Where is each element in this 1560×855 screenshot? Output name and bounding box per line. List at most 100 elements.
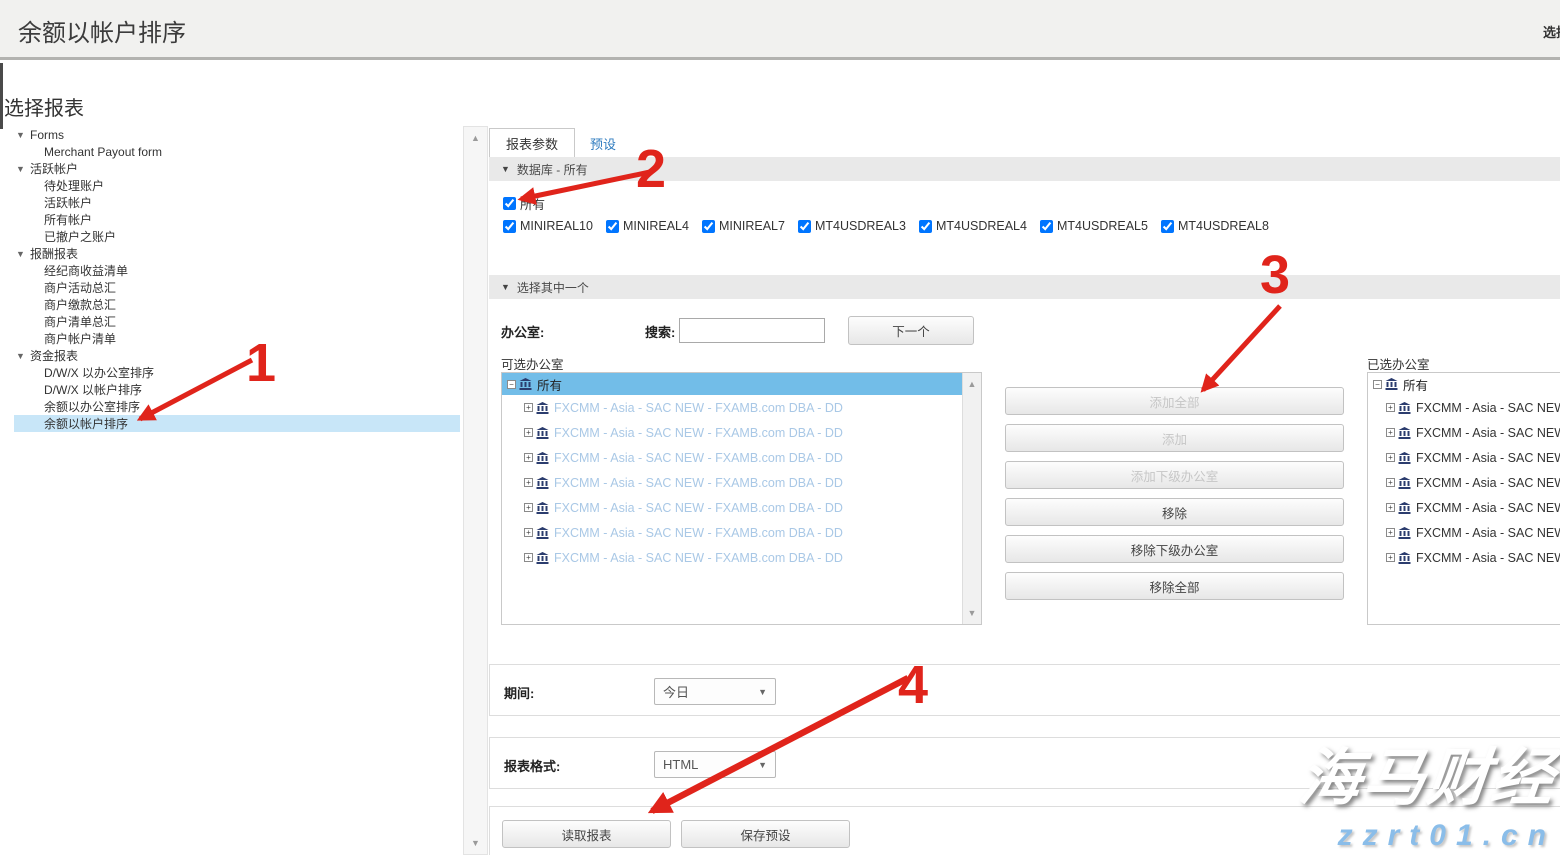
tree-item[interactable]: ▼ Forms xyxy=(14,126,460,143)
expand-plus-icon[interactable]: + xyxy=(524,528,533,537)
database-checkbox[interactable]: MINIREAL4 xyxy=(606,219,689,233)
tree-item[interactable]: ▼ 活跃帐户 xyxy=(14,160,460,177)
office-tree-item[interactable]: + FXCMM - Asia - SAC NEW - FXAMB.com DBA… xyxy=(1368,420,1560,445)
database-section-header[interactable]: ▼ 数据库 - 所有 xyxy=(489,157,1560,181)
checkbox-input[interactable] xyxy=(1161,220,1174,233)
scroll-down-icon[interactable]: ▼ xyxy=(464,838,487,848)
office-tree-item[interactable]: + FXCMM - Asia - SAC NEW - FXAMB.com DBA… xyxy=(502,545,981,570)
period-select[interactable]: 今日 ▼ xyxy=(654,678,776,705)
collapse-minus-icon[interactable]: − xyxy=(1373,380,1382,389)
tree-item[interactable]: ▼ 经纪商收益清单 xyxy=(14,262,460,279)
all-databases-checkbox[interactable]: 所有 xyxy=(503,194,545,213)
transfer-button[interactable]: 添加 xyxy=(1005,424,1344,452)
scroll-down-icon[interactable]: ▼ xyxy=(963,608,981,618)
collapse-arrow-icon[interactable]: ▼ xyxy=(16,164,30,174)
office-section-header[interactable]: ▼ 选择其中一个 xyxy=(489,275,1560,299)
office-tree-item[interactable]: + FXCMM - Asia - SAC NEW - FXAMB.com DBA… xyxy=(502,495,981,520)
expand-plus-icon[interactable]: + xyxy=(1386,478,1395,487)
collapse-arrow-icon[interactable]: ▼ xyxy=(16,130,30,140)
load-report-button[interactable]: 读取报表 xyxy=(502,820,671,848)
tree-item[interactable]: ▼ 活跃帐户 xyxy=(14,194,460,211)
expand-plus-icon[interactable]: + xyxy=(1386,503,1395,512)
tree-item[interactable]: ▼ 余额以帐户排序 xyxy=(14,415,460,432)
office-tree-item[interactable]: + FXCMM - Asia - SAC NEW - FXAMB.com DBA… xyxy=(1368,395,1560,420)
scroll-up-icon[interactable]: ▲ xyxy=(963,379,981,389)
tree-item[interactable]: ▼ 报酬报表 xyxy=(14,245,460,262)
bank-icon xyxy=(519,378,532,390)
tab-report-params[interactable]: 报表参数 xyxy=(489,128,575,158)
search-input[interactable] xyxy=(679,318,825,343)
transfer-button[interactable]: 移除下级办公室 xyxy=(1005,535,1344,563)
scroll-up-icon[interactable]: ▲ xyxy=(464,133,487,143)
expand-plus-icon[interactable]: + xyxy=(524,453,533,462)
tree-item[interactable]: ▼ 所有帐户 xyxy=(14,211,460,228)
expand-plus-icon[interactable]: + xyxy=(1386,428,1395,437)
tree-item[interactable]: ▼ D/W/X 以办公室排序 xyxy=(14,364,460,381)
transfer-button[interactable]: 移除 xyxy=(1005,498,1344,526)
checkbox-input[interactable] xyxy=(1040,220,1053,233)
bank-icon xyxy=(1398,502,1411,514)
tree-item-label: 活跃帐户 xyxy=(30,160,78,177)
database-checkbox[interactable]: MT4USDREAL8 xyxy=(1161,219,1269,233)
checkbox-input[interactable] xyxy=(919,220,932,233)
office-tree-item[interactable]: + FXCMM - Asia - SAC NEW - FXAMB.com DBA… xyxy=(502,470,981,495)
office-tree-item[interactable]: + FXCMM - Asia - SAC NEW - FXAMB.com DBA… xyxy=(502,420,981,445)
transfer-button[interactable]: 添加全部 xyxy=(1005,387,1344,415)
format-select[interactable]: HTML ▼ xyxy=(654,751,776,778)
expand-plus-icon[interactable]: + xyxy=(1386,528,1395,537)
checkbox-input[interactable] xyxy=(702,220,715,233)
tree-item[interactable]: ▼ 商户清单总汇 xyxy=(14,313,460,330)
tree-item[interactable]: ▼ D/W/X 以帐户排序 xyxy=(14,381,460,398)
tree-item[interactable]: ▼ 余额以办公室排序 xyxy=(14,398,460,415)
transfer-button[interactable]: 移除全部 xyxy=(1005,572,1344,600)
tree-item-label: 已撤户之账户 xyxy=(44,228,116,245)
expand-plus-icon[interactable]: + xyxy=(524,553,533,562)
tree-item-label: 商户清单总汇 xyxy=(44,313,116,330)
tree-item[interactable]: ▼ 商户缴款总汇 xyxy=(14,296,460,313)
office-tree-item[interactable]: + FXCMM - Asia - SAC NEW - FXAMB.com DBA… xyxy=(1368,545,1560,570)
office-tree-item[interactable]: + FXCMM - Asia - SAC NEW - FXAMB.com DBA… xyxy=(502,445,981,470)
tree-item[interactable]: ▼ Merchant Payout form xyxy=(14,143,460,160)
office-tree-item[interactable]: + FXCMM - Asia - SAC NEW - FXAMB.com DBA… xyxy=(502,395,981,420)
expand-plus-icon[interactable]: + xyxy=(524,403,533,412)
expand-plus-icon[interactable]: + xyxy=(524,503,533,512)
tree-item[interactable]: ▼ 资金报表 xyxy=(14,347,460,364)
office-tree-item[interactable]: + FXCMM - Asia - SAC NEW - FXAMB.com DBA… xyxy=(1368,470,1560,495)
next-button[interactable]: 下一个 xyxy=(848,316,974,345)
page-scrollbar[interactable]: ▲ ▼ xyxy=(463,126,488,855)
database-checkbox[interactable]: MINIREAL7 xyxy=(702,219,785,233)
office-tree-item[interactable]: + FXCMM - Asia - SAC NEW - FXAMB.com DBA… xyxy=(1368,495,1560,520)
header-right-link[interactable]: 选择 xyxy=(1543,22,1560,41)
collapse-arrow-icon[interactable]: ▼ xyxy=(16,249,30,259)
expand-plus-icon[interactable]: + xyxy=(1386,453,1395,462)
tree-item[interactable]: ▼ 已撤户之账户 xyxy=(14,228,460,245)
tree-item[interactable]: ▼ 商户帐户清单 xyxy=(14,330,460,347)
save-preset-button[interactable]: 保存预设 xyxy=(681,820,850,848)
office-tree-item[interactable]: + FXCMM - Asia - SAC NEW - FXAMB.com DBA… xyxy=(1368,445,1560,470)
tree-item-label: 活跃帐户 xyxy=(44,194,92,211)
tree-item[interactable]: ▼ 商户活动总汇 xyxy=(14,279,460,296)
office-tree-item[interactable]: + FXCMM - Asia - SAC NEW - FXAMB.com DBA… xyxy=(1368,520,1560,545)
list-scrollbar[interactable]: ▲ ▼ xyxy=(962,373,981,624)
checkbox-input[interactable] xyxy=(798,220,811,233)
database-checkbox[interactable]: MT4USDREAL5 xyxy=(1040,219,1148,233)
tab-presets[interactable]: 预设 xyxy=(578,128,628,158)
expand-plus-icon[interactable]: + xyxy=(1386,553,1395,562)
available-root-item[interactable]: − 所有 xyxy=(502,373,981,395)
transfer-button[interactable]: 添加下级办公室 xyxy=(1005,461,1344,489)
selected-root-item[interactable]: − 所有 xyxy=(1368,373,1560,395)
tree-item[interactable]: ▼ 待处理账户 xyxy=(14,177,460,194)
expand-plus-icon[interactable]: + xyxy=(1386,403,1395,412)
collapse-arrow-icon[interactable]: ▼ xyxy=(16,351,30,361)
checkbox-input[interactable] xyxy=(503,220,516,233)
checkbox-label: MINIREAL10 xyxy=(520,219,593,233)
checkbox-input[interactable] xyxy=(503,197,516,210)
database-checkbox[interactable]: MT4USDREAL3 xyxy=(798,219,906,233)
office-tree-item[interactable]: + FXCMM - Asia - SAC NEW - FXAMB.com DBA… xyxy=(502,520,981,545)
collapse-minus-icon[interactable]: − xyxy=(507,380,516,389)
database-checkbox[interactable]: MINIREAL10 xyxy=(503,219,593,233)
expand-plus-icon[interactable]: + xyxy=(524,428,533,437)
checkbox-input[interactable] xyxy=(606,220,619,233)
database-checkbox[interactable]: MT4USDREAL4 xyxy=(919,219,1027,233)
expand-plus-icon[interactable]: + xyxy=(524,478,533,487)
